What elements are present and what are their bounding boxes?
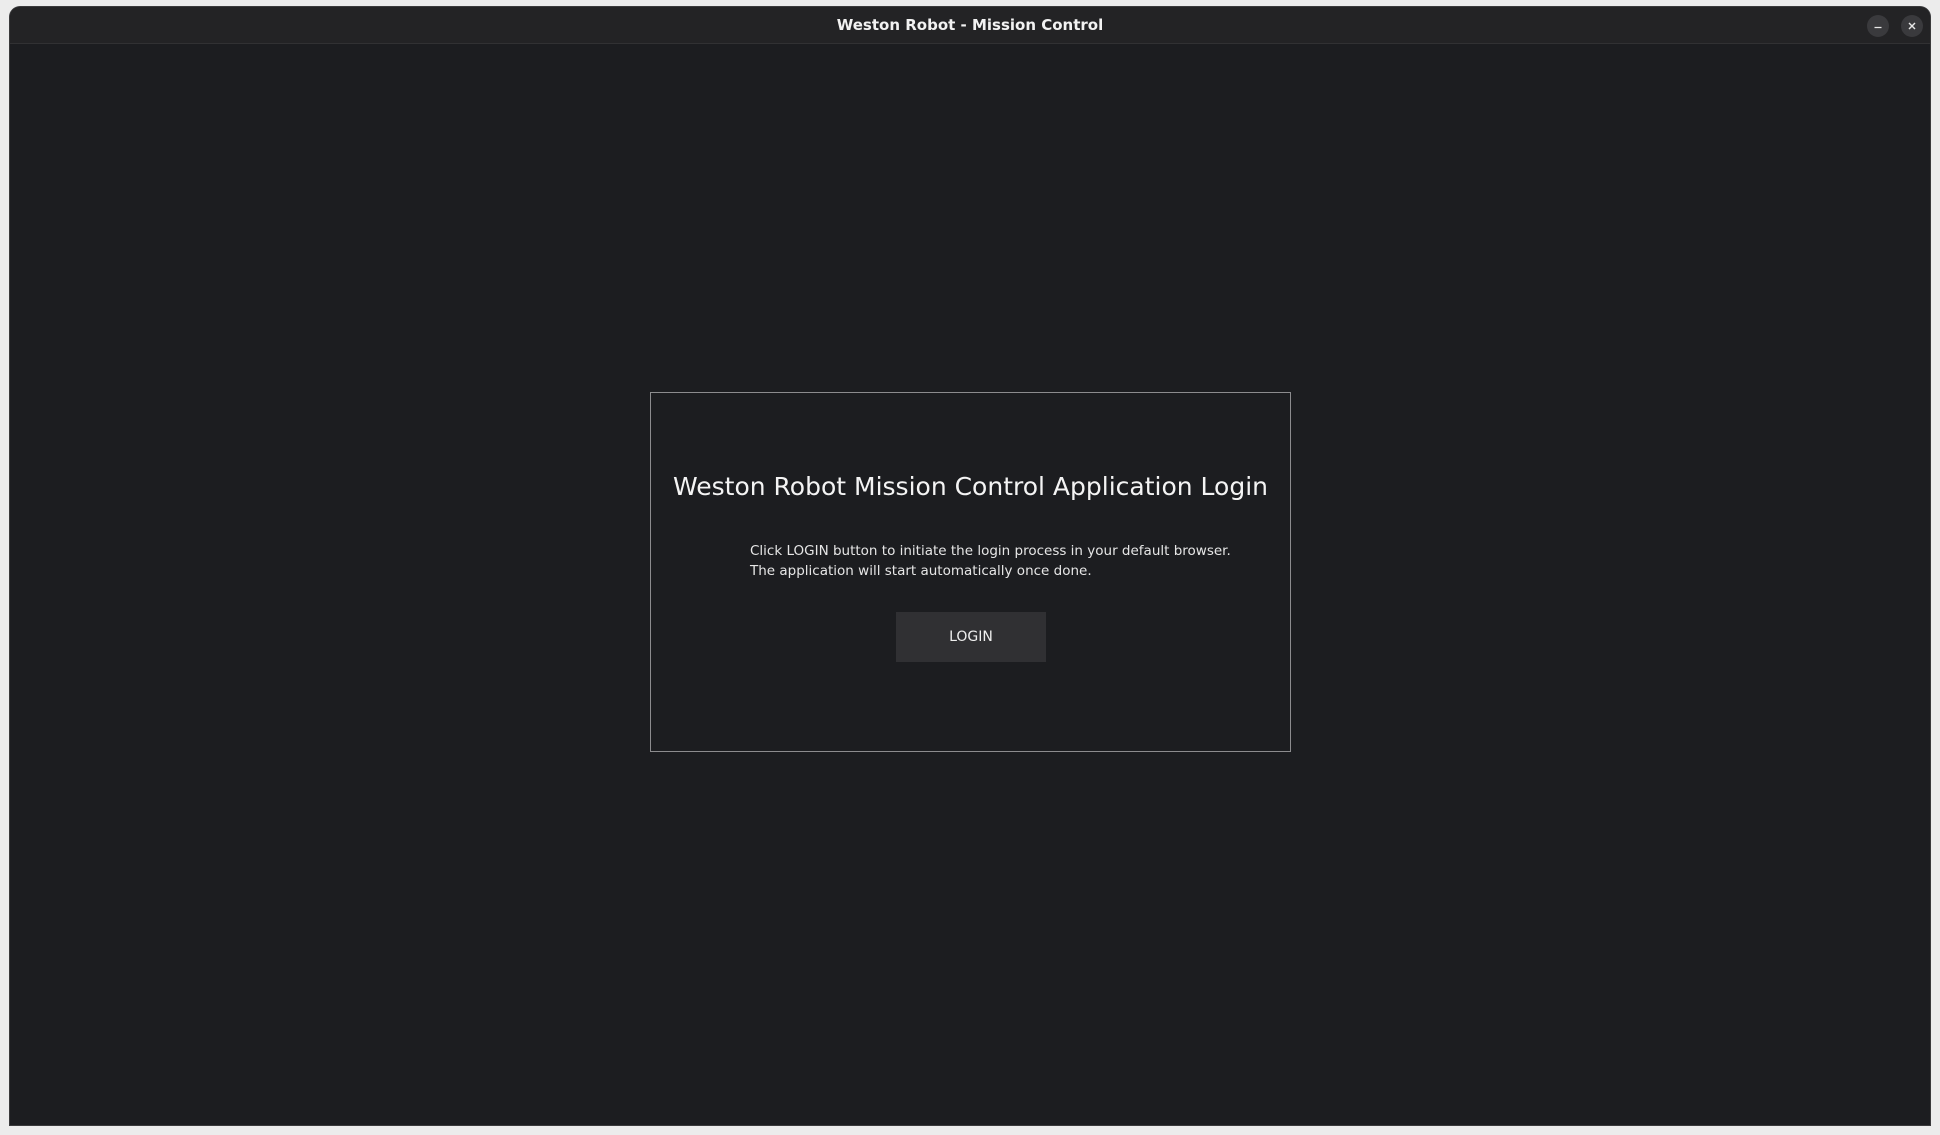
titlebar[interactable]: Weston Robot - Mission Control bbox=[10, 7, 1930, 44]
login-heading: Weston Robot Mission Control Application… bbox=[673, 472, 1268, 501]
login-panel: Weston Robot Mission Control Application… bbox=[650, 392, 1291, 752]
window-title: Weston Robot - Mission Control bbox=[836, 16, 1104, 34]
minimize-button[interactable] bbox=[1867, 15, 1889, 37]
close-button[interactable] bbox=[1901, 15, 1923, 37]
application-window: Weston Robot - Mission Control Weston Ro… bbox=[10, 7, 1930, 1125]
instruction-line-1: Click LOGIN button to initiate the login… bbox=[750, 543, 1231, 559]
main-content: Weston Robot Mission Control Application… bbox=[10, 45, 1930, 1125]
login-button[interactable]: LOGIN bbox=[896, 612, 1046, 662]
login-instructions: Click LOGIN button to initiate the login… bbox=[750, 541, 1231, 581]
minimize-icon bbox=[1873, 21, 1883, 31]
instruction-line-2: The application will start automatically… bbox=[750, 563, 1092, 579]
close-icon bbox=[1907, 21, 1917, 31]
